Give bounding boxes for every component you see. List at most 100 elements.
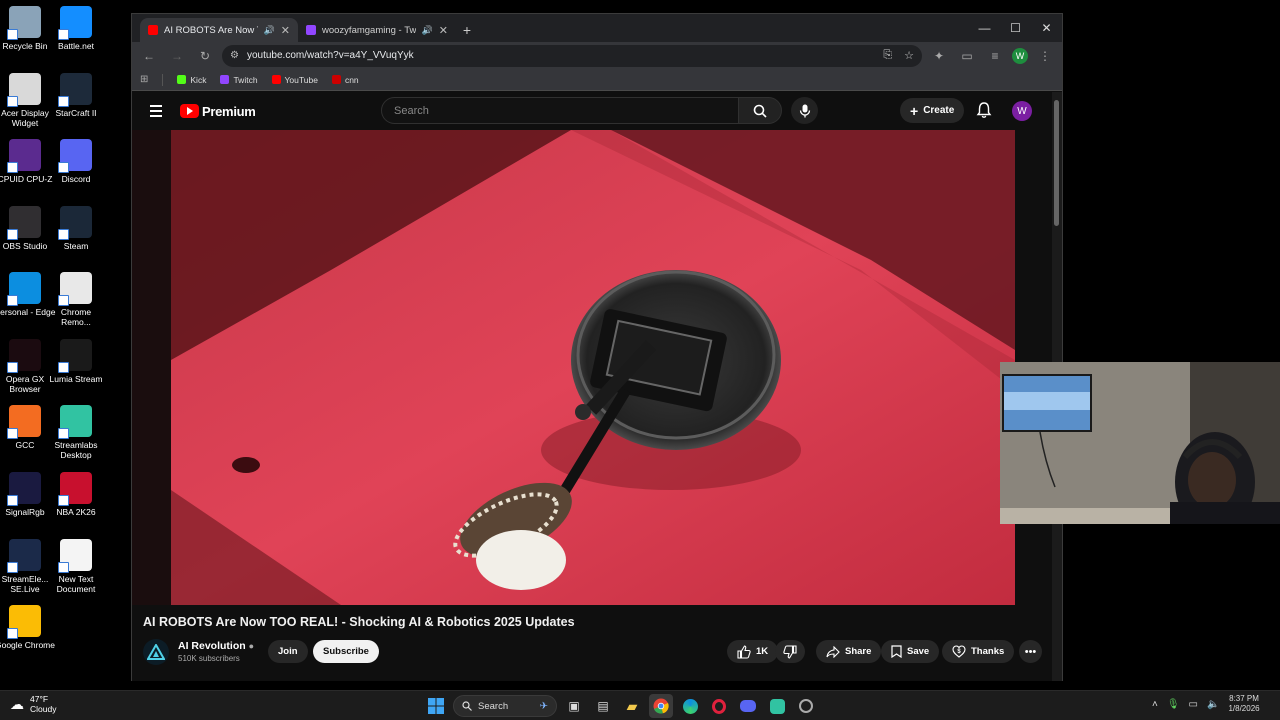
windows-logo-icon (428, 698, 444, 714)
account-avatar[interactable]: W (1012, 101, 1032, 121)
bookmark-kick[interactable]: Kick (177, 75, 206, 85)
install-app-icon[interactable]: ⎘ (883, 49, 892, 62)
widgets-icon[interactable]: ▤ (591, 694, 615, 718)
task-view-icon[interactable]: ▣ (562, 694, 586, 718)
tab-twitch[interactable]: woozyfamgaming - Twitch 🔊 ✕ (298, 18, 456, 42)
search-icon (753, 104, 767, 118)
start-button[interactable] (424, 694, 448, 718)
back-arrow-icon[interactable]: ← (138, 45, 160, 67)
thanks-button[interactable]: $ Thanks (942, 640, 1015, 663)
weather-temperature: 47°F (30, 694, 49, 704)
search-highlight-icon: ✈ (539, 700, 548, 712)
edge-taskbar-icon[interactable] (678, 694, 702, 718)
weather-widget[interactable]: ☁ 47°F Cloudy (10, 694, 56, 714)
search-button[interactable] (738, 97, 782, 124)
chrome-taskbar-icon[interactable] (649, 694, 673, 718)
speaker-icon[interactable]: 🔊 (422, 25, 433, 36)
save-button[interactable]: Save (881, 640, 940, 663)
desktop-icon[interactable]: Discord (45, 139, 107, 184)
desktop-icon[interactable]: Google Chrome (0, 605, 56, 650)
bookmark-star-icon[interactable]: ☆ (904, 49, 914, 62)
video-player[interactable] (132, 130, 1015, 605)
desktop-icon[interactable]: Streamlabs Desktop (45, 405, 107, 460)
voice-search-button[interactable] (791, 97, 818, 124)
close-tab-icon[interactable]: ✕ (281, 24, 290, 37)
desktop-icon[interactable]: New Text Document (45, 539, 107, 594)
desktop-icon[interactable]: Steam (45, 206, 107, 251)
close-button[interactable]: ✕ (1031, 14, 1062, 42)
app-icon (58, 539, 92, 573)
speaker-icon[interactable]: 🔊 (264, 25, 275, 36)
youtube-favicon-icon (148, 25, 158, 35)
clock[interactable]: 8:37 PM 1/8/2026 (1228, 694, 1259, 714)
subscribe-button[interactable]: Subscribe (313, 640, 379, 663)
opera-gx-taskbar-icon[interactable] (707, 694, 731, 718)
network-icon[interactable]: ▭ (1189, 699, 1198, 710)
webcam-feed (1000, 362, 1280, 524)
taskbar-search[interactable]: Search ✈ (453, 695, 557, 717)
reload-icon[interactable]: ↻ (194, 45, 216, 67)
desktop-icon[interactable]: StarCraft II (45, 73, 107, 118)
hamburger-menu-icon[interactable] (144, 99, 168, 123)
app-icon (58, 472, 92, 506)
discord-taskbar-icon[interactable] (736, 694, 760, 718)
desktop-icon[interactable]: Chrome Remo... (45, 272, 107, 327)
twitch-favicon-icon (306, 25, 316, 35)
volume-icon[interactable]: 🔈 (1207, 699, 1219, 710)
extensions-icon[interactable]: ✦ (928, 45, 950, 67)
media-control-icon[interactable]: ≡ (984, 45, 1006, 67)
bookmark-twitch[interactable]: Twitch (220, 75, 258, 85)
twitch-icon (220, 75, 230, 84)
desktop-icon[interactable]: Battle.net (45, 6, 107, 51)
minimize-button[interactable]: — (969, 14, 1000, 42)
video-frame (171, 130, 1015, 605)
forward-arrow-icon[interactable]: → (166, 45, 188, 67)
address-bar[interactable]: ⚙ youtube.com/watch?v=a4Y_VVuqYyk ⎘ ☆ (222, 44, 922, 67)
share-button[interactable]: Share (816, 640, 882, 663)
scrollbar-thumb[interactable] (1054, 100, 1059, 226)
tab-strip: AI ROBOTS Are Now TOO REAL 🔊 ✕ woozyfamg… (132, 14, 1062, 42)
close-tab-icon[interactable]: ✕ (439, 24, 448, 37)
notifications-bell-icon[interactable] (975, 101, 993, 119)
channel-name[interactable]: AI Revolution ● (178, 640, 254, 652)
url-text: youtube.com/watch?v=a4Y_VVuqYyk (246, 50, 414, 61)
app-icon (58, 272, 92, 306)
app-icon (7, 339, 41, 373)
streamlabs-taskbar-icon[interactable] (765, 694, 789, 718)
bookmark-cnn[interactable]: cnn (331, 75, 359, 85)
channel-avatar[interactable] (143, 639, 169, 665)
chevron-up-icon[interactable]: ˄ (1152, 699, 1158, 710)
file-explorer-icon[interactable]: ▰ (620, 694, 644, 718)
apps-grid-icon[interactable]: ⊞ (140, 74, 148, 85)
video-title: AI ROBOTS Are Now TOO REAL! - Shocking A… (143, 615, 575, 629)
app-icon (58, 206, 92, 240)
create-button[interactable]: + Create (900, 98, 965, 123)
microphone-tray-icon[interactable]: 🎙 (1167, 699, 1180, 710)
dislike-button[interactable] (775, 640, 805, 663)
desktop-icon[interactable]: Lumia Stream (45, 339, 107, 384)
cloudy-weather-icon: ☁ (10, 696, 24, 712)
site-info-icon[interactable]: ⚙ (230, 50, 239, 61)
maximize-button[interactable]: ☐ (1000, 14, 1031, 42)
search-input[interactable]: Search (381, 97, 739, 124)
more-actions-button[interactable]: ••• (1019, 640, 1042, 663)
new-tab-button[interactable]: + (456, 18, 478, 42)
tab-title: woozyfamgaming - Twitch (322, 24, 416, 36)
profile-avatar[interactable]: W (1012, 47, 1028, 64)
app-icon (7, 139, 41, 173)
app-icon (7, 605, 41, 639)
join-button[interactable]: Join (268, 640, 308, 663)
menu-icon[interactable]: ⋮ (1034, 45, 1056, 67)
like-button[interactable]: 1K (727, 640, 779, 663)
app-icon (7, 472, 41, 506)
desktop-icon[interactable]: NBA 2K26 (45, 472, 107, 517)
gcc-taskbar-icon[interactable] (794, 694, 818, 718)
side-panel-icon[interactable]: ▭ (956, 45, 978, 67)
gcc-logo-icon (799, 699, 813, 713)
bookmark-youtube[interactable]: YouTube (271, 75, 318, 85)
desktop-icon-label: Lumia Stream (49, 374, 103, 384)
desktop-icon-label: NBA 2K26 (56, 507, 96, 517)
tab-youtube[interactable]: AI ROBOTS Are Now TOO REAL 🔊 ✕ (140, 18, 298, 42)
youtube-logo[interactable]: Premium (180, 104, 256, 119)
desktop-icon-label: Steam (63, 241, 89, 251)
